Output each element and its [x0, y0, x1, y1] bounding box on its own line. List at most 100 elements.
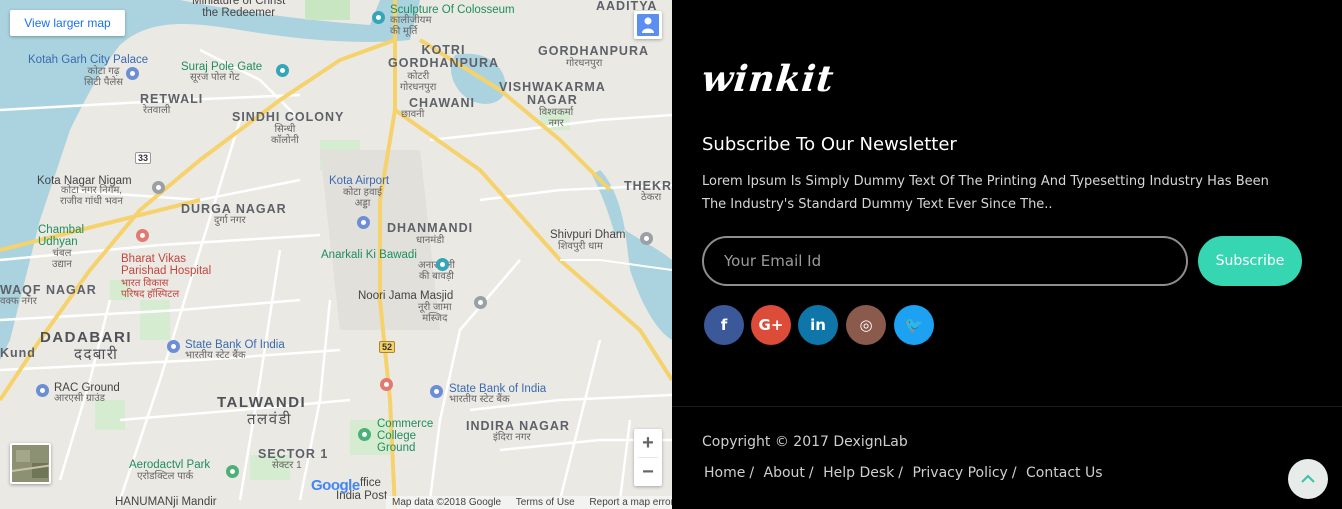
footer-link-about[interactable]: About — [764, 465, 805, 481]
map-label-kotri-hi: कोटरी गोरधनपुरा — [400, 71, 437, 93]
map-label-sbi1-hi: भारतीय स्टेट बैंक — [185, 350, 246, 361]
subscribe-button[interactable]: Subscribe — [1198, 236, 1302, 286]
report-map-error-link[interactable]: Report a map error — [589, 497, 672, 508]
map-attribution: Map data ©2018 Google Terms of Use Repor… — [386, 496, 672, 509]
map-label-talwandi: TALWANDI — [217, 394, 307, 411]
zoom-controls: + − — [634, 429, 662, 486]
map-label-commerce: Commerce College Ground — [377, 418, 434, 455]
bank-pin-icon — [167, 340, 180, 353]
map-label-dhanmandi: DHANMANDI — [387, 221, 474, 235]
map-label-talwandi-hi: तलवंडी — [247, 411, 292, 428]
embedded-map[interactable]: Miniature of Christ the Redeemer Sculptu… — [0, 0, 672, 509]
terms-of-use-link[interactable]: Terms of Use — [516, 497, 575, 508]
copyright-text: Copyright © 2017 DexignLab — [702, 434, 908, 450]
map-label-kotanagar-hi: कोटा नगर निगम, राजीव गांधी भवन — [60, 185, 123, 207]
hospital-2-pin-icon — [380, 378, 393, 391]
footer-link-contact-us[interactable]: Contact Us — [1026, 465, 1102, 481]
footer-divider — [672, 406, 1342, 407]
map-label-dadabari: DADABARI — [40, 329, 132, 346]
highway-33-shield: 33 — [135, 152, 152, 164]
map-label-noori-hi: नूरी जामा मस्जिद — [418, 302, 452, 324]
footer-link-privacy-policy[interactable]: Privacy Policy — [912, 465, 1007, 481]
map-label-sindhi-hi: सिन्धी कॉलोनी — [271, 124, 299, 146]
map-label-thekr-hi: ठेकरा — [641, 192, 662, 203]
map-label-gordhanpura-hi: गोरधनपुरा — [566, 58, 603, 69]
airport-pin-icon — [357, 216, 370, 229]
map-label-bharat: Bharat Vikas Parishad Hospital — [121, 253, 212, 278]
map-label-waqf-hi: वक्फ नगर — [0, 296, 37, 307]
map-label-kotri: KOTRI GORDHANPURA — [388, 43, 499, 71]
map-label-durga-hi: दुर्गा नगर — [214, 215, 246, 226]
zoom-out-button[interactable]: − — [634, 458, 662, 486]
zoom-in-button[interactable]: + — [634, 429, 662, 457]
link-separator: / — [898, 465, 903, 481]
map-label-aerodactvl: Aerodactvl Park — [129, 459, 211, 471]
map-label-suraj-hi: सूरज पोल गेट — [190, 72, 240, 83]
park-2-pin-icon — [226, 465, 239, 478]
bank-2-pin-icon — [430, 385, 443, 398]
site-logo[interactable]: winkit — [700, 58, 837, 100]
satellite-toggle[interactable] — [10, 443, 51, 484]
map-label-sector1-hi: सेक्टर 1 — [272, 460, 302, 471]
map-label-airport: Kota Airport — [329, 175, 390, 187]
linkedin-icon[interactable]: in — [798, 305, 838, 345]
map-label-vishwakarma-hi: विश्वकर्मा नगर — [539, 107, 574, 129]
instagram-icon[interactable]: ◎ — [846, 305, 886, 345]
map-label-chambal-hi: चंबल उद्यान — [52, 248, 72, 270]
google-logo: Google — [311, 477, 360, 494]
hospital-pin-icon — [136, 229, 149, 242]
office-pin-icon — [152, 181, 165, 194]
map-label-vishwakarma: VISHWAKARMA NAGAR — [499, 80, 606, 108]
map-label-retwali-hi: रेतवाली — [143, 105, 171, 116]
map-label-aerodactvl-hi: एरोडक्टिल पार्क — [137, 471, 194, 482]
bawadi-pin-icon — [436, 258, 449, 271]
scroll-to-top-button[interactable] — [1288, 459, 1328, 499]
facebook-icon[interactable]: f — [704, 305, 744, 345]
map-label-garh-hi: कोटा गढ़ सिटी पैलेस — [84, 66, 123, 88]
link-separator: / — [749, 465, 755, 481]
ground-pin-icon — [36, 384, 49, 397]
footer-link-help-desk[interactable]: Help Desk — [823, 465, 894, 481]
map-label-office: ffice — [360, 477, 381, 489]
mosque-pin-icon — [474, 296, 487, 309]
footer-panel: winkit Subscribe To Our Newsletter Lorem… — [672, 0, 1342, 509]
map-label-kund: Kund — [0, 346, 36, 360]
footer-link-home[interactable]: Home — [704, 465, 745, 481]
map-data-text: Map data ©2018 Google — [392, 497, 502, 508]
poi-pin-icon — [372, 11, 385, 24]
footer-links: Home / About / Help Desk / Privacy Policy / … — [704, 465, 1103, 481]
newsletter-title: Subscribe To Our Newsletter — [702, 134, 957, 155]
google-logo-text: Google — [311, 477, 360, 494]
gate-pin-icon — [276, 64, 289, 77]
palace-pin-icon — [126, 67, 139, 80]
map-label-colosseum-hi: कालीजीयम की मूर्ति — [390, 15, 432, 37]
map-label-noori: Noori Jama Masjid — [358, 290, 454, 302]
map-label-garh: Kotah Garh City Palace — [28, 54, 149, 66]
map-label-bharat-hi: भारत विकास परिषद हॉस्पिटल — [121, 278, 180, 300]
map-label-redeemer: Miniature of Christ the Redeemer — [192, 0, 286, 20]
park-pin-icon — [358, 428, 371, 441]
map-label-dhanmandi-hi: धानमंडी — [416, 235, 445, 246]
view-larger-map-link[interactable]: View larger map — [10, 10, 125, 36]
map-label-chawani-hi: छावनी — [401, 109, 425, 120]
map-label-anarkali: Anarkali Ki Bawadi — [321, 249, 417, 261]
map-label-indira-hi: इंदिरा नगर — [493, 432, 531, 443]
map-label-shivpuri: Shivpuri Dham — [550, 229, 626, 241]
map-label-rac-hi: आरएसी ग्राउंड — [54, 393, 106, 404]
map-label-dadabari-hi: ददबारी — [74, 346, 119, 363]
temple-pin-icon — [640, 232, 653, 245]
street-view-pegman-icon[interactable] — [634, 11, 662, 39]
highway-52-shield: 52 — [379, 341, 396, 353]
newsletter-description: Lorem Ipsum Is Simply Dummy Text Of The … — [702, 174, 1269, 212]
link-separator: / — [1011, 465, 1017, 481]
link-separator: / — [808, 465, 814, 481]
email-field[interactable] — [702, 236, 1188, 286]
google-plus-icon[interactable]: G+ — [751, 305, 791, 345]
map-label-sindhi: SINDHI COLONY — [232, 110, 345, 124]
map-label-sbi2-hi: भारतीय स्टेट बैंक — [449, 394, 510, 405]
twitter-icon[interactable]: 🐦 — [894, 305, 934, 345]
map-label-shivpuri-hi: शिवपुरी धाम — [558, 241, 603, 252]
chevron-up-icon — [1301, 474, 1315, 483]
map-label-chambal: Chambal Udhyan — [38, 224, 85, 249]
map-label-hanuman: HANUMANji Mandir — [115, 496, 217, 508]
